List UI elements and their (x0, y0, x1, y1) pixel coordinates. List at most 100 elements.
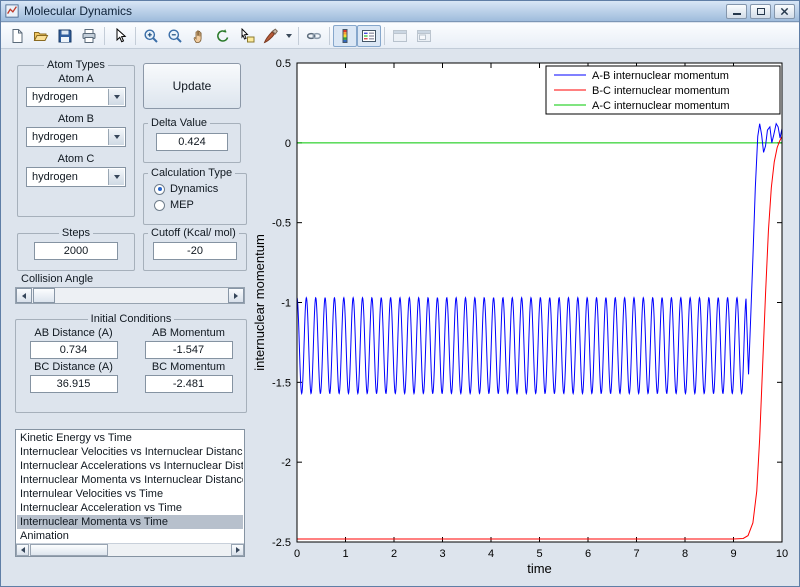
insert-colorbar-icon (337, 28, 353, 44)
x-tick-label: 3 (439, 548, 445, 560)
save-button[interactable] (53, 25, 77, 47)
y-tick-label: -2.5 (272, 537, 291, 549)
print-button[interactable] (77, 25, 101, 47)
zoom-out-button[interactable] (163, 25, 187, 47)
arrow-right-icon (236, 547, 240, 553)
chevron-down-icon (108, 169, 124, 185)
radio-mep[interactable]: MEP (154, 199, 242, 211)
x-tick-label: 2 (391, 548, 397, 560)
data-cursor-button[interactable] (235, 25, 259, 47)
legend-label: B-C internuclear momentum (592, 85, 730, 97)
radio-dynamics-label: Dynamics (170, 183, 218, 195)
atom-c-dropdown[interactable]: hydrogen (26, 167, 126, 187)
rotate-3d-icon (215, 28, 231, 44)
collision-angle-label: Collision Angle (21, 273, 93, 285)
list-item[interactable]: Internuclear Velocities vs Internuclear … (17, 445, 243, 459)
minimize-button[interactable] (726, 4, 747, 19)
figure-content: Atom Types Atom A hydrogen Atom B hydrog… (1, 49, 800, 587)
link-plot-button[interactable] (302, 25, 326, 47)
brush-button[interactable] (259, 25, 283, 47)
x-tick-label: 0 (294, 548, 300, 560)
insert-legend-icon (361, 28, 377, 44)
listbox-hscrollbar[interactable] (16, 543, 244, 556)
collision-angle-slider[interactable] (15, 287, 245, 304)
delta-value-title: Delta Value (148, 117, 210, 129)
plot-canvas[interactable]: 012345678910-2.5-2-1.5-1-0.500.5timeinte… (253, 49, 800, 587)
bc-distance-field[interactable]: 36.915 (30, 375, 118, 393)
hscroll-thumb[interactable] (30, 544, 108, 556)
radio-icon (154, 184, 165, 195)
hide-plot-tools-icon (392, 28, 408, 44)
x-axis-label: time (527, 561, 552, 576)
list-item[interactable]: Internuclear Accelerations vs Internucle… (17, 459, 243, 473)
save-icon (57, 28, 73, 44)
ab-distance-label: AB Distance (A) (20, 327, 127, 339)
list-item[interactable]: Internuclear Momenta vs Time (17, 515, 243, 529)
list-item[interactable]: Kinetic Energy vs Time (17, 431, 243, 445)
list-item[interactable]: Internuclear Momenta vs Internuclear Dis… (17, 473, 243, 487)
cutoff-field[interactable]: -20 (153, 242, 237, 260)
bc-momentum-label: BC Momentum (135, 361, 242, 373)
delta-value-field[interactable]: 0.424 (156, 133, 228, 151)
brush-icon (263, 28, 279, 44)
delta-value-panel: Delta Value 0.424 (143, 117, 241, 163)
atom-b-dropdown[interactable]: hydrogen (26, 127, 126, 147)
list-item[interactable]: Animation (17, 529, 243, 542)
toolbar-separator (298, 27, 299, 45)
radio-dynamics[interactable]: Dynamics (154, 183, 242, 195)
pan-button[interactable] (187, 25, 211, 47)
brush-dropdown-button[interactable] (283, 25, 295, 47)
open-file-icon (33, 28, 49, 44)
ab-momentum-field[interactable]: -1.547 (145, 341, 233, 359)
steps-field[interactable]: 2000 (34, 242, 118, 260)
open-file-button[interactable] (29, 25, 53, 47)
radio-icon (154, 200, 165, 211)
edit-pointer-icon (112, 28, 128, 44)
plot-type-listbox[interactable]: Kinetic Energy vs TimeInternuclear Veloc… (15, 429, 245, 557)
insert-legend-button[interactable] (357, 25, 381, 47)
toolbar-separator (384, 27, 385, 45)
new-file-button[interactable] (5, 25, 29, 47)
list-item[interactable]: Internuclear Acceleration vs Time (17, 501, 243, 515)
y-tick-label: -0.5 (272, 218, 291, 230)
calculation-type-title: Calculation Type (148, 167, 235, 179)
chevron-down-icon (108, 89, 124, 105)
ab-distance-field[interactable]: 0.734 (30, 341, 118, 359)
slider-thumb[interactable] (33, 288, 55, 303)
print-icon (81, 28, 97, 44)
close-button[interactable] (774, 4, 795, 19)
toolbar-separator (104, 27, 105, 45)
show-plot-tools-button[interactable] (412, 25, 436, 47)
radio-mep-label: MEP (170, 199, 194, 211)
slider-right-arrow[interactable] (228, 288, 244, 303)
toolbar-separator (135, 27, 136, 45)
rotate-3d-button[interactable] (211, 25, 235, 47)
hscroll-left-arrow[interactable] (16, 544, 29, 556)
cutoff-panel: Cutoff (Kcal/ mol) -20 (143, 227, 247, 271)
initial-conditions-panel: Initial Conditions AB Distance (A) 0.734… (15, 313, 247, 413)
arrow-left-icon (22, 293, 26, 299)
zoom-in-button[interactable] (139, 25, 163, 47)
toolbar-separator (329, 27, 330, 45)
data-cursor-icon (239, 28, 255, 44)
list-item[interactable]: Internulear Velocities vs Time (17, 487, 243, 501)
new-file-icon (9, 28, 25, 44)
slider-left-arrow[interactable] (16, 288, 32, 303)
arrow-right-icon (234, 293, 238, 299)
arrow-left-icon (21, 547, 25, 553)
x-tick-label: 5 (536, 548, 542, 560)
zoom-out-icon (167, 28, 183, 44)
atom-a-dropdown[interactable]: hydrogen (26, 87, 126, 107)
steps-panel: Steps 2000 (17, 227, 135, 271)
y-axis-label: internuclear momentum (253, 234, 267, 371)
bc-momentum-field[interactable]: -2.481 (145, 375, 233, 393)
update-button[interactable]: Update (143, 63, 241, 109)
chevron-down-icon (108, 129, 124, 145)
titlebar[interactable]: Molecular Dynamics (1, 1, 799, 22)
hide-plot-tools-button[interactable] (388, 25, 412, 47)
insert-colorbar-button[interactable] (333, 25, 357, 47)
edit-pointer-button[interactable] (108, 25, 132, 47)
maximize-icon (757, 8, 765, 15)
maximize-button[interactable] (750, 4, 771, 19)
hscroll-right-arrow[interactable] (231, 544, 244, 556)
